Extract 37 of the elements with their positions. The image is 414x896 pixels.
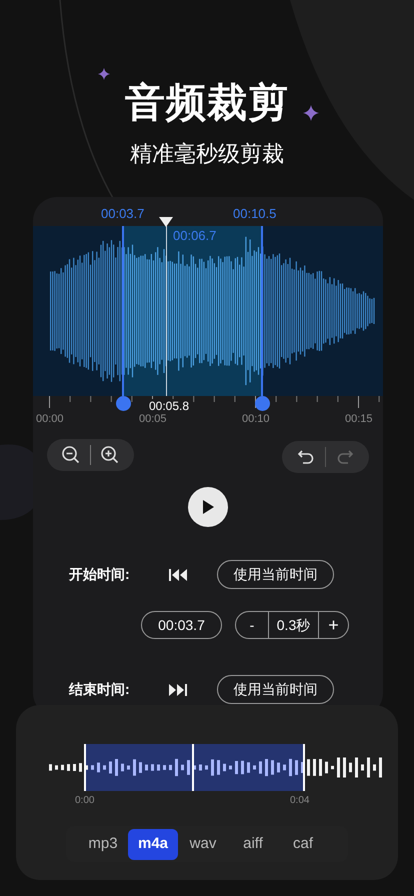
- use-current-time-button[interactable]: 使用当前时间: [217, 560, 334, 589]
- format-tab[interactable]: aiff: [228, 828, 278, 860]
- format-tab[interactable]: caf: [278, 828, 328, 860]
- sparkle-icon: [98, 68, 110, 80]
- skip-back-icon[interactable]: [168, 568, 188, 582]
- start-trim-line[interactable]: [122, 226, 124, 396]
- increment-button[interactable]: +: [319, 612, 348, 638]
- cursor-time: 00:05.8: [147, 399, 192, 413]
- zoom-in-icon[interactable]: [100, 445, 120, 465]
- end-time-marker: 00:10.5: [233, 205, 276, 223]
- preview-end-time: 0:04: [290, 794, 310, 808]
- play-button[interactable]: [188, 487, 228, 527]
- use-current-time-button[interactable]: 使用当前时间: [217, 675, 334, 704]
- start-time-marker: 00:03.7: [101, 205, 144, 223]
- play-icon: [201, 499, 215, 515]
- preview-start-time: 0:00: [75, 794, 94, 808]
- ruler-label: 00:10: [242, 412, 270, 427]
- ruler-label: 00:05: [139, 412, 167, 427]
- ruler-label: 00:15: [345, 412, 373, 427]
- start-time-field[interactable]: 00:03.7: [141, 611, 222, 639]
- page-title: 音频裁剪: [125, 80, 289, 127]
- end-time-label: 结束时间:: [69, 680, 131, 699]
- undo-icon[interactable]: [297, 448, 315, 466]
- step-value: 0.3秒: [268, 612, 319, 638]
- decrement-button[interactable]: -: [236, 612, 268, 638]
- playhead-time: 00:06.7: [173, 227, 216, 245]
- start-time-label: 开始时间:: [69, 565, 131, 584]
- format-tab[interactable]: m4a: [128, 828, 178, 860]
- start-trim-handle[interactable]: [116, 396, 131, 411]
- sparkle-icon: [303, 105, 319, 121]
- end-trim-handle[interactable]: [255, 396, 270, 411]
- zoom-out-icon[interactable]: [61, 445, 81, 465]
- page-subtitle: 精准毫秒级剪裁: [130, 140, 284, 168]
- skip-forward-icon[interactable]: [168, 682, 188, 696]
- ruler-label: 00:00: [36, 412, 64, 427]
- format-tab[interactable]: wav: [178, 828, 228, 860]
- format-tab[interactable]: mp3: [78, 828, 128, 860]
